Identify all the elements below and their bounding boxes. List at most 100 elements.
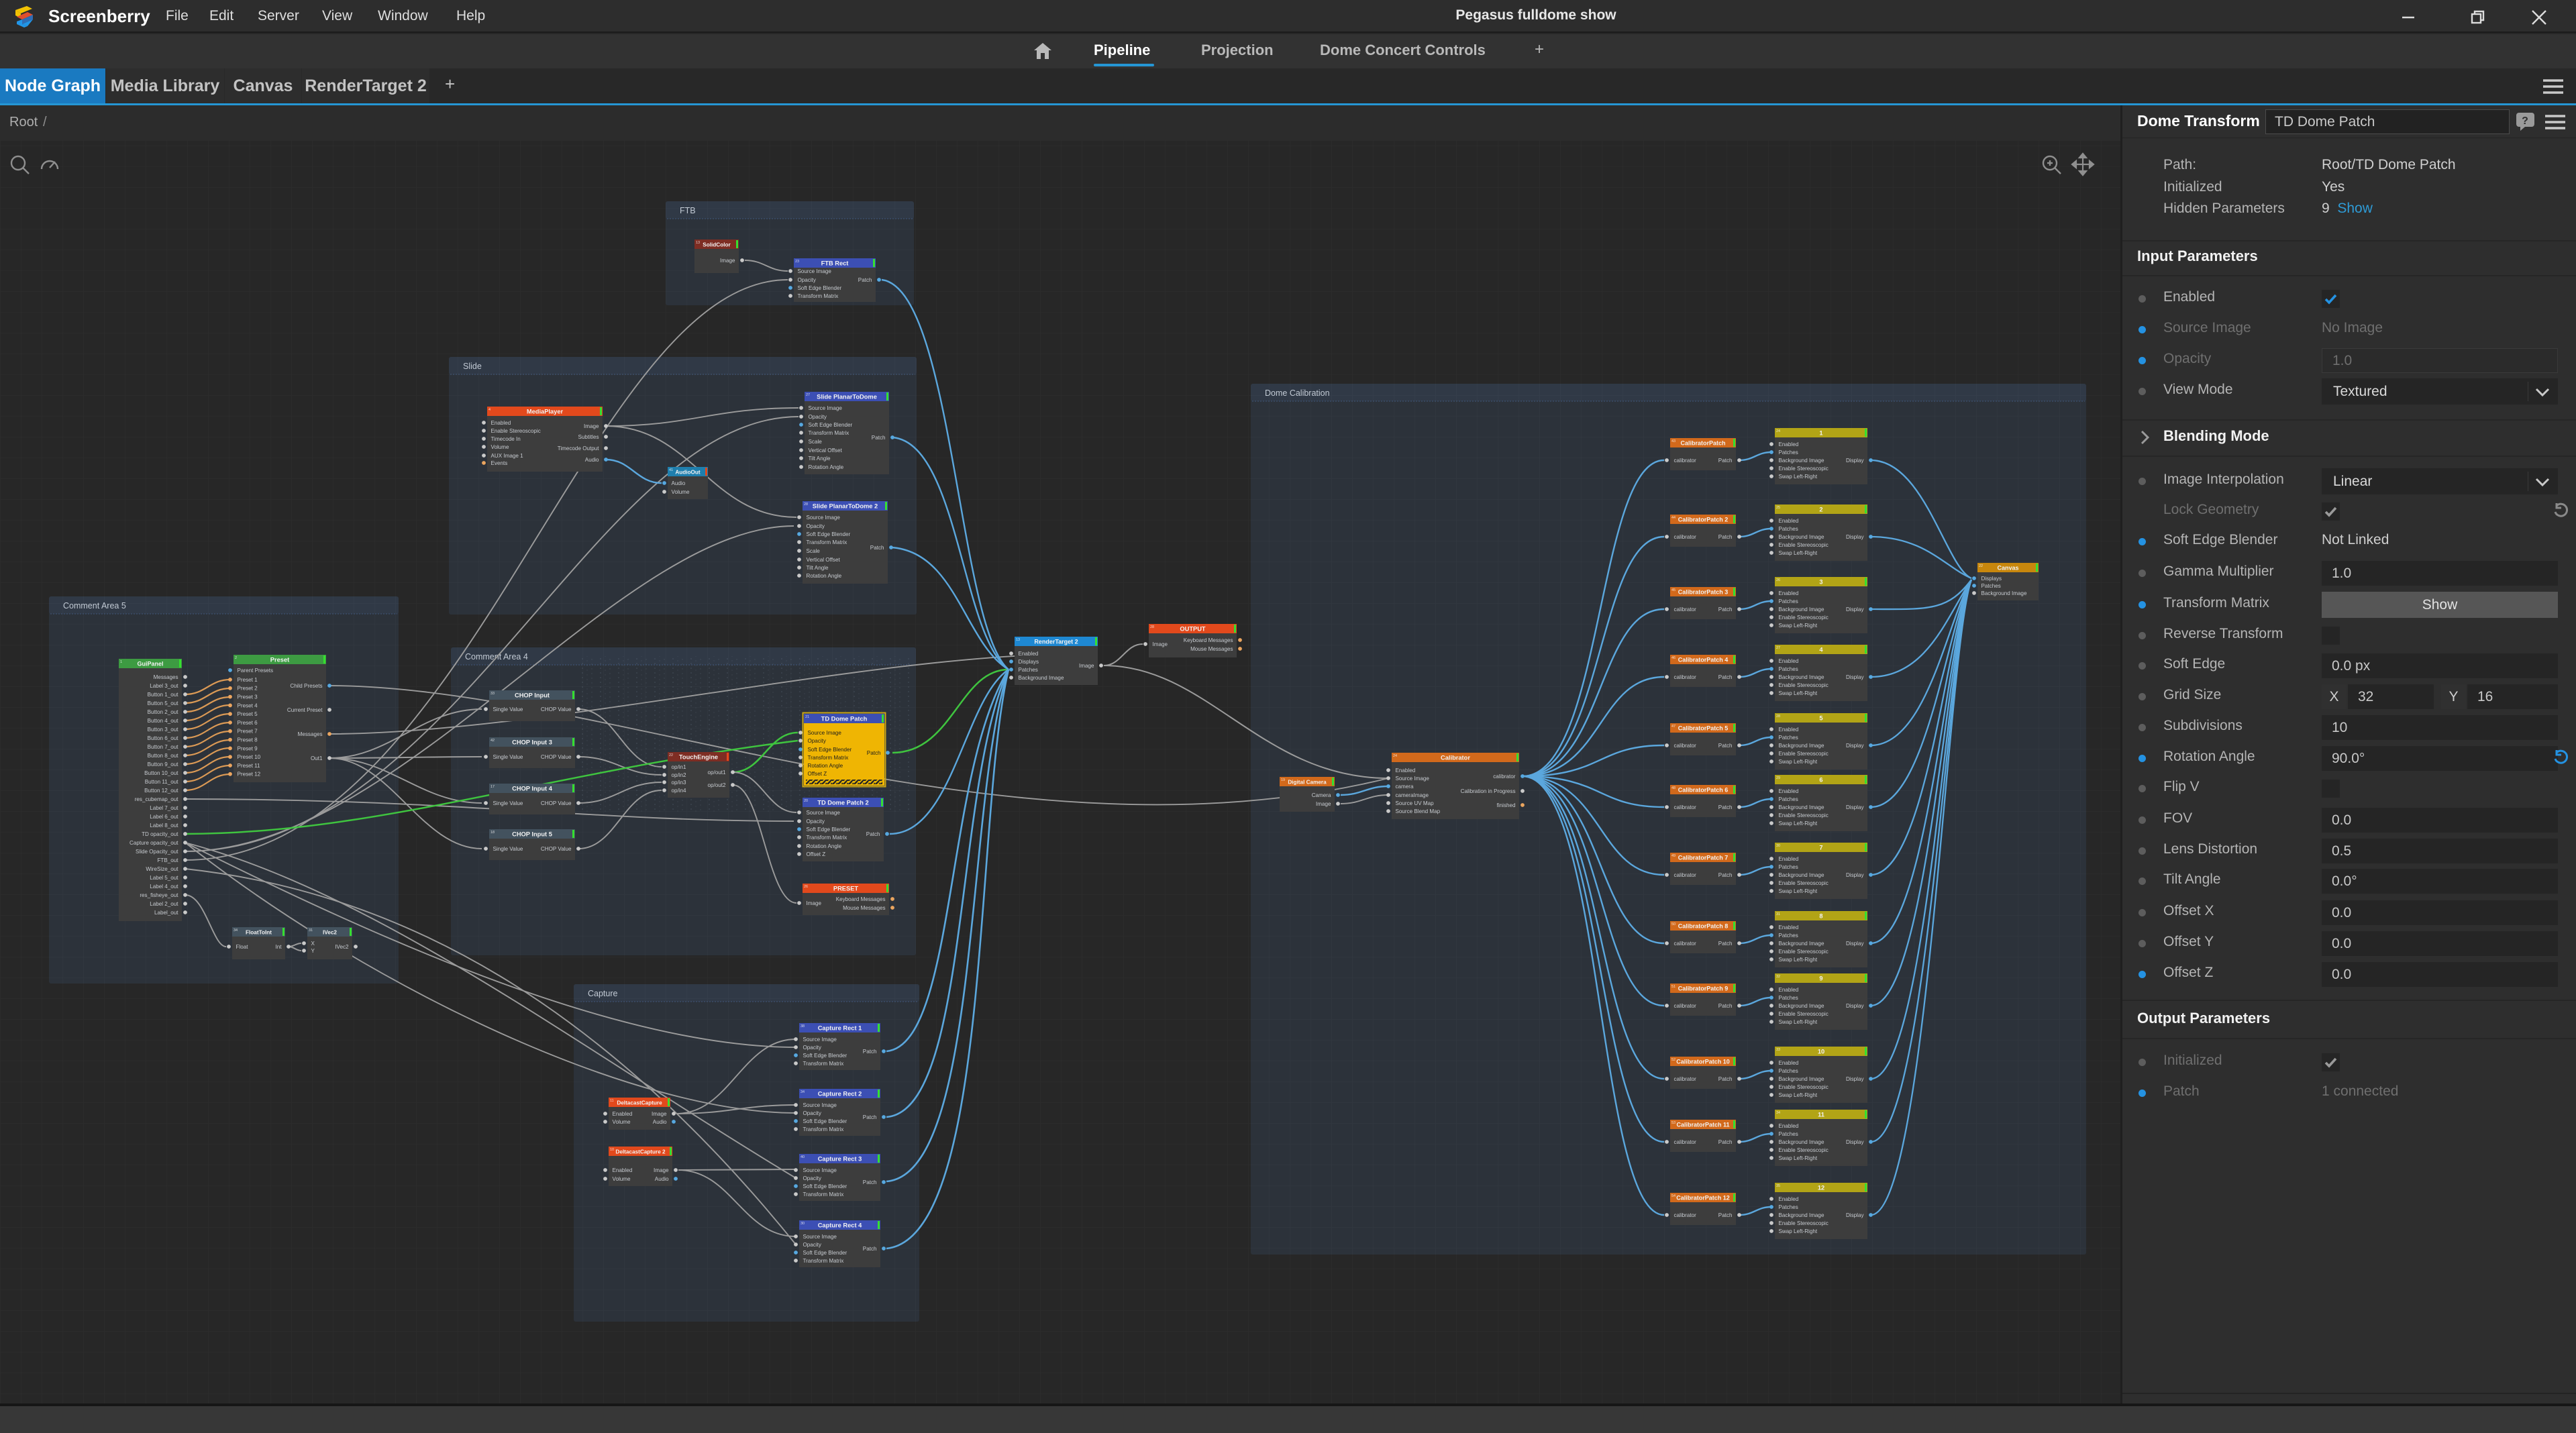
svg-text:30: 30 bbox=[801, 1222, 805, 1226]
svg-text:Parent Presets: Parent Presets bbox=[238, 668, 274, 674]
svg-text:Opacity: Opacity bbox=[798, 277, 817, 283]
svg-text:Capture Rect 1: Capture Rect 1 bbox=[818, 1025, 862, 1032]
svg-text:Preset 10: Preset 10 bbox=[238, 754, 261, 760]
svg-text:2: 2 bbox=[235, 656, 237, 660]
svg-text:28: 28 bbox=[1776, 714, 1780, 719]
svg-text:Opacity: Opacity bbox=[807, 523, 825, 529]
svg-text:calibrator: calibrator bbox=[1674, 804, 1697, 810]
svg-text:Source Image: Source Image bbox=[803, 1037, 837, 1043]
svg-text:Child Presets: Child Presets bbox=[290, 683, 322, 689]
svg-text:Label 2_out: Label 2_out bbox=[150, 901, 178, 907]
svg-text:Capture Rect 3: Capture Rect 3 bbox=[818, 1156, 862, 1163]
svg-text:Canvas: Canvas bbox=[1997, 565, 2018, 572]
svg-text:op/out2: op/out2 bbox=[707, 782, 726, 788]
svg-text:5: 5 bbox=[1819, 715, 1822, 722]
svg-text:Button 10_out: Button 10_out bbox=[144, 770, 178, 776]
svg-text:Rotation Angle: Rotation Angle bbox=[809, 464, 844, 470]
svg-text:Source Image: Source Image bbox=[1396, 776, 1430, 782]
svg-text:Audio: Audio bbox=[672, 480, 686, 486]
svg-text:Enable Stereoscopic: Enable Stereoscopic bbox=[491, 428, 541, 434]
svg-text:Source Image: Source Image bbox=[803, 1102, 837, 1108]
svg-text:Displays: Displays bbox=[1019, 659, 1039, 665]
svg-text:res_cubemap_out: res_cubemap_out bbox=[135, 796, 179, 802]
svg-text:calibrator: calibrator bbox=[1674, 743, 1697, 749]
svg-text:TD Dome Patch: TD Dome Patch bbox=[821, 716, 868, 723]
svg-text:Preset 6: Preset 6 bbox=[238, 720, 258, 726]
svg-text:/: / bbox=[43, 115, 47, 129]
svg-text:FloatToInt: FloatToInt bbox=[246, 930, 272, 936]
svg-text:Patches: Patches bbox=[1779, 526, 1798, 532]
svg-text:Background Image: Background Image bbox=[1019, 675, 1064, 681]
svg-text:Background Image: Background Image bbox=[1779, 1076, 1824, 1082]
svg-text:Enable Stereoscopic: Enable Stereoscopic bbox=[1779, 949, 1828, 955]
svg-text:Preset 9: Preset 9 bbox=[238, 745, 258, 751]
svg-text:Enable Stereoscopic: Enable Stereoscopic bbox=[1779, 812, 1828, 818]
svg-text:Patch: Patch bbox=[872, 435, 886, 441]
svg-text:Soft Edge Blender: Soft Edge Blender bbox=[803, 1053, 847, 1059]
svg-text:CalibratorPatch 12: CalibratorPatch 12 bbox=[1676, 1195, 1730, 1202]
svg-text:Soft Edge Blender: Soft Edge Blender bbox=[809, 422, 853, 428]
svg-text:Rotation Angle: Rotation Angle bbox=[808, 763, 843, 769]
svg-text:Volume: Volume bbox=[613, 1119, 631, 1125]
svg-text:Source Image: Source Image bbox=[803, 1234, 837, 1240]
svg-text:Preset 8: Preset 8 bbox=[238, 737, 258, 743]
svg-text:Button 1_out: Button 1_out bbox=[148, 692, 179, 698]
svg-text:CHOP Value: CHOP Value bbox=[541, 706, 572, 712]
svg-text:Button 12_out: Button 12_out bbox=[144, 788, 178, 794]
svg-text:Opacity: Opacity bbox=[803, 1110, 822, 1116]
svg-text:RenderTarget 2: RenderTarget 2 bbox=[1034, 639, 1078, 645]
svg-text:Preset 1: Preset 1 bbox=[238, 677, 258, 683]
svg-text:Background Image: Background Image bbox=[1981, 590, 2027, 596]
svg-text:Capture Rect 4: Capture Rect 4 bbox=[818, 1222, 862, 1229]
svg-text:CHOP Input 4: CHOP Input 4 bbox=[512, 786, 553, 792]
svg-text:Source Image: Source Image bbox=[809, 405, 843, 411]
svg-text:24: 24 bbox=[1776, 429, 1780, 433]
svg-text:50: 50 bbox=[1671, 922, 1676, 926]
svg-text:calibrator: calibrator bbox=[1674, 606, 1697, 613]
svg-text:Patch: Patch bbox=[1718, 743, 1733, 749]
svg-text:Single Value: Single Value bbox=[493, 754, 523, 760]
svg-text:Slide Opacity_out: Slide Opacity_out bbox=[136, 849, 178, 855]
svg-text:cameraImage: cameraImage bbox=[1396, 792, 1429, 798]
svg-text:CalibratorPatch 7: CalibratorPatch 7 bbox=[1678, 855, 1729, 861]
svg-text:Enabled: Enabled bbox=[1779, 1123, 1799, 1129]
svg-text:Enable Stereoscopic: Enable Stereoscopic bbox=[1779, 1147, 1828, 1153]
svg-text:Enabled: Enabled bbox=[613, 1167, 633, 1173]
svg-text:Patches: Patches bbox=[1779, 1068, 1798, 1074]
svg-text:Background Image: Background Image bbox=[1779, 534, 1824, 540]
svg-text:Slide PlanarToDome 2: Slide PlanarToDome 2 bbox=[813, 503, 878, 510]
svg-text:Patch: Patch bbox=[858, 277, 872, 283]
svg-text:Button 2_out: Button 2_out bbox=[148, 709, 179, 715]
svg-text:Transform Matrix: Transform Matrix bbox=[803, 1061, 844, 1067]
svg-text:33: 33 bbox=[491, 692, 495, 696]
svg-text:Preset 12: Preset 12 bbox=[238, 772, 261, 778]
svg-text:AUX Image 1: AUX Image 1 bbox=[491, 453, 524, 459]
svg-text:CalibratorPatch 8: CalibratorPatch 8 bbox=[1678, 923, 1729, 930]
svg-text:Messages: Messages bbox=[298, 731, 323, 737]
svg-text:Transform Matrix: Transform Matrix bbox=[808, 755, 849, 761]
svg-text:Display: Display bbox=[1846, 1076, 1864, 1082]
svg-text:Swap Left-Right: Swap Left-Right bbox=[1779, 957, 1818, 963]
svg-text:Out1: Out1 bbox=[311, 755, 323, 761]
svg-text:Enable Stereoscopic: Enable Stereoscopic bbox=[1779, 1011, 1828, 1017]
svg-text:CalibratorPatch 5: CalibratorPatch 5 bbox=[1678, 725, 1729, 732]
svg-text:Background Image: Background Image bbox=[1779, 458, 1824, 464]
svg-text:Patch: Patch bbox=[1718, 1212, 1733, 1218]
svg-text:Transform Matrix: Transform Matrix bbox=[803, 1126, 844, 1132]
svg-text:CHOP Value: CHOP Value bbox=[541, 800, 572, 806]
svg-text:Swap Left-Right: Swap Left-Right bbox=[1779, 1155, 1818, 1161]
svg-text:53: 53 bbox=[1671, 1121, 1676, 1125]
svg-text:23: 23 bbox=[795, 260, 799, 264]
svg-text:Scale: Scale bbox=[809, 439, 823, 445]
svg-text:TD Dome Patch 2: TD Dome Patch 2 bbox=[817, 800, 868, 806]
svg-text:Display: Display bbox=[1846, 1139, 1864, 1145]
svg-text:Button 5_out: Button 5_out bbox=[148, 700, 179, 706]
svg-text:27: 27 bbox=[806, 393, 810, 397]
svg-text:IVec2: IVec2 bbox=[335, 944, 349, 950]
svg-text:Display: Display bbox=[1846, 674, 1864, 680]
svg-text:Display: Display bbox=[1846, 743, 1864, 749]
svg-text:CalibratorPatch 3: CalibratorPatch 3 bbox=[1678, 589, 1729, 596]
svg-text:WireSize_out: WireSize_out bbox=[146, 866, 178, 872]
svg-text:Source Image: Source Image bbox=[798, 268, 832, 274]
svg-text:Offset Z: Offset Z bbox=[808, 771, 827, 777]
